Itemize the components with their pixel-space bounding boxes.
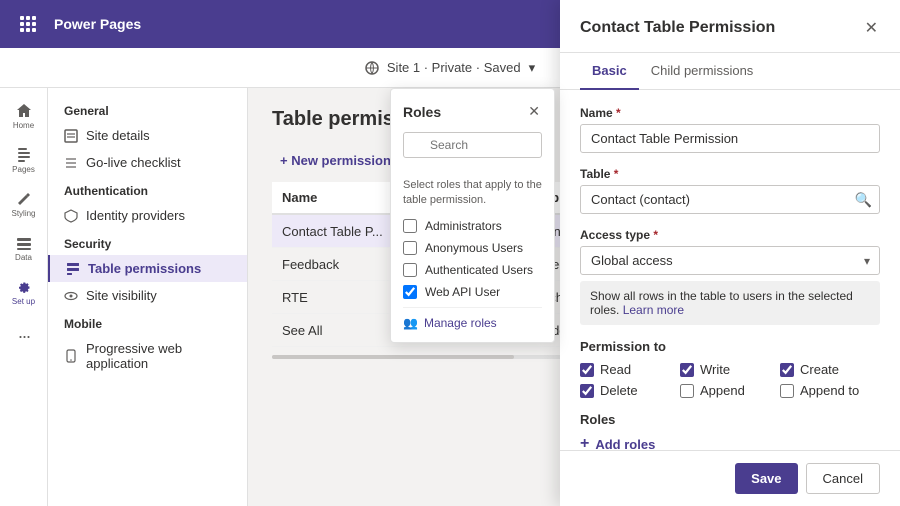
sidebar-section-mobile: Mobile (48, 309, 247, 335)
roles-popup-header: Roles ✕ (403, 101, 542, 122)
site-label: Site 1 · Private · Saved (387, 60, 521, 75)
access-type-select[interactable]: Global access Account access Self access… (580, 246, 880, 275)
tab-basic[interactable]: Basic (580, 53, 639, 90)
manage-roles-icon: 👥 (403, 316, 418, 330)
sidebar-section-auth: Authentication (48, 176, 247, 202)
roles-search-input[interactable] (403, 132, 542, 158)
roles-popup: Roles ✕ 🔍 Select roles that apply to the… (390, 88, 555, 343)
side-panel-footer: Save Cancel (560, 450, 900, 506)
row-name: Contact Table P... (272, 214, 408, 248)
perm-append[interactable]: Append (680, 383, 780, 398)
access-type-info-box: Show all rows in the table to users in t… (580, 281, 880, 325)
name-required: * (616, 106, 621, 120)
app-title: Power Pages (54, 16, 552, 32)
name-input[interactable] (580, 124, 880, 153)
access-type-required: * (653, 228, 658, 242)
side-panel: Contact Table Permission ✕ Basic Child p… (560, 0, 900, 506)
permission-checkboxes: Read Write Create Delete Append (580, 362, 880, 398)
sidebar-item-pwa[interactable]: Progressive web application (48, 335, 247, 377)
manage-roles-link[interactable]: 👥 Manage roles (403, 307, 542, 330)
perm-write-checkbox[interactable] (680, 363, 694, 377)
new-permission-button[interactable]: + New permission (272, 147, 399, 174)
access-type-field-group: Access type * Global access Account acce… (580, 228, 880, 325)
site-dropdown-icon[interactable]: ▾ (529, 60, 536, 76)
table-required: * (614, 167, 619, 181)
roles-popup-close-button[interactable]: ✕ (526, 101, 542, 122)
save-button[interactable]: Save (735, 463, 797, 494)
table-field-group: Table * 🔍 (580, 167, 880, 214)
role-checkbox-anonymous[interactable] (403, 241, 417, 255)
name-field-group: Name * (580, 106, 880, 153)
tab-child-permissions[interactable]: Child permissions (639, 53, 766, 90)
table-input-wrapper: 🔍 (580, 185, 880, 214)
perm-create-checkbox[interactable] (780, 363, 794, 377)
row-name: RTE (272, 281, 408, 314)
sidebar-item-site-visibility[interactable]: Site visibility (48, 282, 247, 309)
role-checkbox-authenticated[interactable] (403, 263, 417, 277)
roles-description: Select roles that apply to the table per… (403, 178, 542, 209)
permission-to-title: Permission to (580, 339, 880, 354)
sidebar-rail-more[interactable]: ··· (4, 316, 44, 356)
role-checkbox-administrators[interactable] (403, 219, 417, 233)
sidebar-section-security: Security (48, 229, 247, 255)
sidebar-rail-setup[interactable]: Set up (4, 272, 44, 312)
col-name: Name (272, 182, 408, 214)
roles-section-title: Roles (580, 412, 880, 427)
learn-more-link[interactable]: Learn more (623, 303, 684, 317)
add-roles-plus-icon: + (580, 435, 589, 450)
side-panel-header: Contact Table Permission ✕ (560, 0, 900, 53)
side-panel-title: Contact Table Permission (580, 19, 775, 37)
site-icon (365, 61, 379, 75)
sidebar-item-golive[interactable]: Go-live checklist (48, 149, 247, 176)
cancel-button[interactable]: Cancel (806, 463, 880, 494)
sidebar-item-table-perms[interactable]: Table permissions (48, 255, 247, 282)
perm-append-to[interactable]: Append to (780, 383, 880, 398)
role-item-administrators[interactable]: Administrators (403, 219, 542, 233)
sidebar-content: General Site details Go-live checklist A… (48, 88, 247, 385)
sidebar-icon-rail: Home Pages Styling Data Set up ··· (0, 88, 48, 506)
permission-to-section: Permission to Read Write Create Delete (580, 339, 880, 398)
perm-create[interactable]: Create (780, 362, 880, 377)
sidebar-item-site-details[interactable]: Site details (48, 122, 247, 149)
sidebar-rail-pages[interactable]: Pages (4, 140, 44, 180)
table-input[interactable] (580, 185, 880, 214)
table-search-icon: 🔍 (855, 191, 872, 208)
grid-icon[interactable] (12, 8, 44, 40)
sidebar-rail-home[interactable]: Home (4, 96, 44, 136)
side-panel-tabs: Basic Child permissions (560, 53, 900, 90)
perm-read-checkbox[interactable] (580, 363, 594, 377)
role-item-webapi[interactable]: Web API User (403, 285, 542, 299)
perm-read[interactable]: Read (580, 362, 680, 377)
roles-popup-title: Roles (403, 104, 441, 120)
sidebar: General Site details Go-live checklist A… (48, 88, 248, 506)
sidebar-rail-data[interactable]: Data (4, 228, 44, 268)
perm-delete[interactable]: Delete (580, 383, 680, 398)
role-item-authenticated[interactable]: Authenticated Users (403, 263, 542, 277)
role-item-anonymous[interactable]: Anonymous Users (403, 241, 542, 255)
role-checkbox-webapi[interactable] (403, 285, 417, 299)
table-label: Table * (580, 167, 880, 181)
perm-append-to-checkbox[interactable] (780, 384, 794, 398)
access-type-label: Access type * (580, 228, 880, 242)
add-roles-button[interactable]: + Add roles (580, 435, 655, 450)
sidebar-section-general: General (48, 96, 247, 122)
roles-search-wrapper: 🔍 (403, 132, 542, 168)
sidebar-item-identity[interactable]: Identity providers (48, 202, 247, 229)
access-type-select-wrapper: Global access Account access Self access… (580, 246, 880, 275)
roles-section: Roles + Add roles Web API User ⋯ (580, 412, 880, 450)
side-panel-body: Name * Table * 🔍 Access type * Global (560, 90, 900, 450)
perm-append-checkbox[interactable] (680, 384, 694, 398)
perm-write[interactable]: Write (680, 362, 780, 377)
perm-delete-checkbox[interactable] (580, 384, 594, 398)
sidebar-rail-styling[interactable]: Styling (4, 184, 44, 224)
name-label: Name * (580, 106, 880, 120)
side-panel-close-button[interactable]: ✕ (863, 16, 880, 40)
row-name: See All (272, 314, 408, 347)
row-name: Feedback (272, 248, 408, 281)
